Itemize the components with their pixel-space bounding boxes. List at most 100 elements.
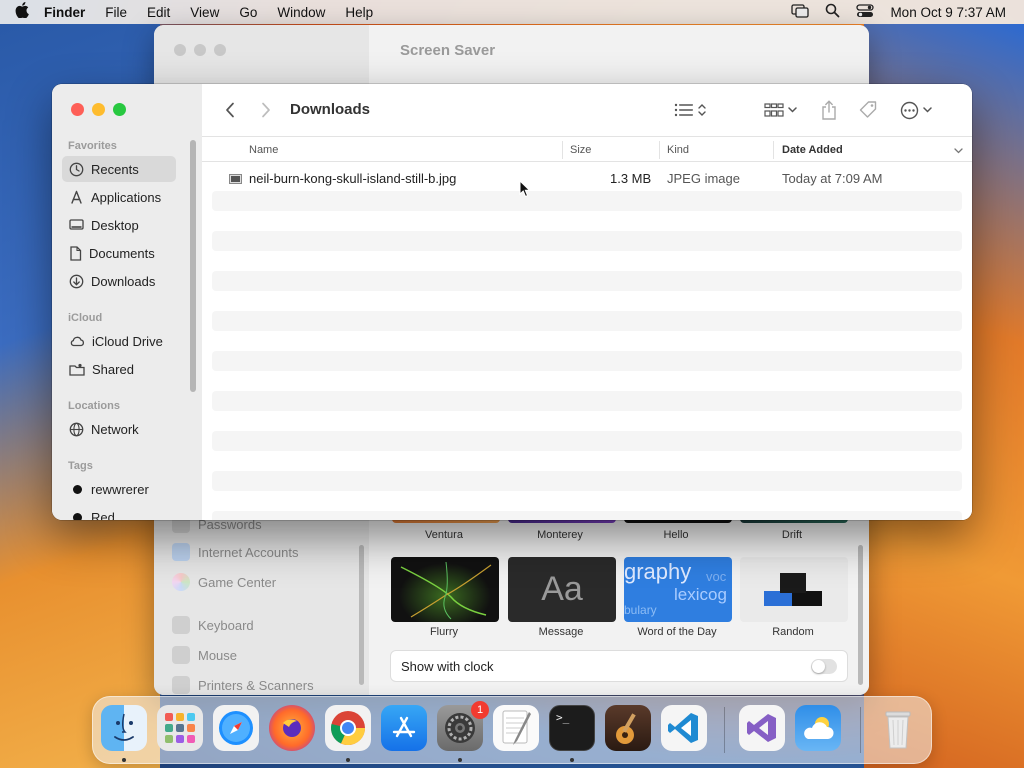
screensaver-thumb-flurry[interactable] [391, 557, 499, 622]
view-mode-button[interactable] [674, 98, 706, 122]
control-center-icon[interactable] [856, 3, 875, 21]
show-with-clock-row: Show with clock [390, 650, 848, 682]
apple-menu-icon[interactable] [10, 2, 34, 22]
chevron-right-icon [262, 102, 270, 118]
sidebar-item-label: Downloads [91, 273, 156, 289]
sidebar-section-tags: Tags [68, 460, 93, 472]
screensaver-label-monterey: Monterey [537, 529, 583, 541]
dock-trash-icon[interactable] [875, 705, 921, 751]
dock-firefox-icon[interactable] [269, 705, 315, 751]
dock-separator [724, 707, 725, 753]
list-row-stripe [212, 431, 962, 451]
dock-launchpad-icon[interactable] [157, 705, 203, 751]
list-row-stripe [212, 311, 962, 331]
dock-visual-studio-icon[interactable] [739, 705, 785, 751]
screensaver-thumb-message[interactable]: Aa [508, 557, 616, 622]
more-actions-button[interactable] [900, 98, 932, 122]
screensaver-thumb-random[interactable] [740, 557, 848, 622]
column-date-added-header[interactable]: Date Added [782, 144, 843, 156]
settings-sidebar-scrollbar[interactable] [359, 545, 364, 685]
share-button[interactable] [821, 98, 837, 122]
menu-file[interactable]: File [95, 5, 137, 20]
minimize-button[interactable] [92, 103, 105, 116]
settings-sidebar-item-keyboard[interactable]: Keyboard [172, 616, 254, 634]
dock-chrome-icon[interactable] [325, 705, 371, 751]
settings-sidebar-item-mouse[interactable]: Mouse [172, 646, 237, 664]
sidebar-item-tag-rewwrerer[interactable]: rewwrerer [62, 476, 176, 502]
sidebar-item-shared[interactable]: Shared [62, 356, 176, 382]
dock-textedit-icon[interactable] [493, 705, 539, 751]
dock-finder-icon[interactable] [101, 705, 147, 751]
screen-mirroring-icon[interactable] [791, 3, 810, 21]
sidebar-item-recents[interactable]: Recents [62, 156, 176, 182]
screensaver-label-drift: Drift [781, 529, 803, 541]
dock-vscode-icon[interactable] [661, 705, 707, 751]
mouse-icon [172, 646, 190, 664]
spotlight-icon[interactable] [825, 3, 840, 21]
sidebar-scrollbar[interactable] [190, 140, 196, 392]
dock-weather-icon[interactable] [795, 705, 841, 751]
column-kind-header[interactable]: Kind [667, 144, 689, 156]
settings-maximize-button[interactable] [214, 44, 226, 56]
sidebar-item-documents[interactable]: Documents [62, 240, 176, 266]
tags-button[interactable] [858, 98, 878, 122]
column-name-header[interactable]: Name [249, 144, 278, 156]
sidebar-item-applications[interactable]: Applications [62, 184, 176, 210]
menubar-clock[interactable]: Mon Oct 9 7:37 AM [890, 5, 1014, 20]
column-divider[interactable] [562, 141, 563, 159]
menu-app-name[interactable]: Finder [34, 5, 95, 20]
list-row-stripe [212, 351, 962, 371]
settings-close-button[interactable] [174, 44, 186, 56]
settings-sidebar-item-internet-accounts[interactable]: Internet Accounts [172, 543, 298, 561]
sidebar-item-downloads[interactable]: Downloads [62, 268, 176, 294]
dock-app-store-icon[interactable] [381, 705, 427, 751]
dock-system-settings-icon[interactable]: 1 [437, 701, 489, 751]
mouse-pointer-icon [519, 180, 531, 198]
file-list [202, 164, 972, 520]
screensaver-thumb-word-of-the-day[interactable]: graphy voc lexicog bulary [624, 557, 732, 622]
settings-sidebar-label: Printers & Scanners [198, 677, 314, 693]
dock-garageband-icon[interactable] [605, 705, 651, 751]
terminal-prompt: >_ [556, 711, 570, 724]
settings-sidebar-item-printers[interactable]: Printers & Scanners [172, 676, 314, 694]
sidebar-item-label: Red [91, 509, 115, 521]
game-center-icon [172, 573, 190, 591]
list-row-stripe [212, 391, 962, 411]
chevron-down-icon [923, 107, 932, 113]
file-size: 1.3 MB [610, 171, 652, 186]
settings-sidebar-item-game-center[interactable]: Game Center [172, 573, 276, 591]
forward-button[interactable] [256, 99, 276, 121]
finder-content: Downloads Name Size Kind Date Added neil… [202, 84, 972, 520]
dock-safari-icon[interactable] [213, 705, 259, 751]
settings-sidebar-label: Internet Accounts [198, 544, 299, 560]
file-kind: JPEG image [667, 171, 740, 186]
dock-terminal-icon[interactable]: >_ [549, 705, 595, 751]
list-row-stripe [212, 471, 962, 491]
sidebar-item-label: Documents [89, 245, 155, 261]
close-button[interactable] [71, 103, 84, 116]
column-divider[interactable] [659, 141, 660, 159]
menu-help[interactable]: Help [335, 5, 383, 20]
settings-main-scrollbar[interactable] [858, 545, 863, 685]
document-icon [70, 245, 82, 261]
column-divider[interactable] [773, 141, 774, 159]
sidebar-item-desktop[interactable]: Desktop [62, 212, 176, 238]
menu-view[interactable]: View [180, 5, 229, 20]
screensaver-label-ventura: Ventura [425, 529, 463, 541]
file-name[interactable]: neil-burn-kong-skull-island-still-b.jpg [249, 171, 456, 186]
list-row-stripe [212, 191, 962, 211]
menu-go[interactable]: Go [229, 5, 267, 20]
group-button[interactable] [764, 98, 797, 122]
shared-folder-icon [69, 363, 85, 376]
settings-minimize-button[interactable] [194, 44, 206, 56]
menu-window[interactable]: Window [267, 5, 335, 20]
back-button[interactable] [220, 99, 240, 121]
sidebar-item-network[interactable]: Network [62, 416, 176, 442]
maximize-button[interactable] [113, 103, 126, 116]
sidebar-item-tag-red[interactable]: Red [62, 504, 176, 520]
sidebar-item-icloud-drive[interactable]: iCloud Drive [62, 328, 176, 354]
show-with-clock-toggle[interactable] [811, 658, 837, 674]
column-size-header[interactable]: Size [570, 144, 591, 156]
menu-edit[interactable]: Edit [137, 5, 180, 20]
table-row[interactable]: neil-burn-kong-skull-island-still-b.jpg … [212, 168, 962, 190]
